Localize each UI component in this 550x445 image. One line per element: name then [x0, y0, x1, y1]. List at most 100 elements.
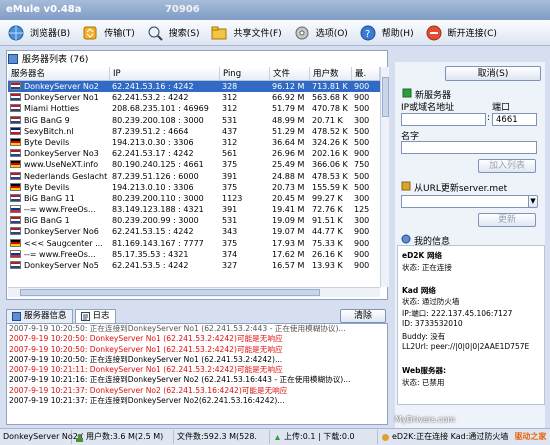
column-header-ping[interactable]: Ping	[220, 67, 270, 80]
server-row[interactable]: <<< Saugcenter ... 81.169.143.167 : 7777 3…	[8, 238, 380, 249]
server-row[interactable]: BiG BanG 9 80.239.200.108 : 3000 531 48.99 …	[8, 115, 380, 126]
server-cell-text: DonkeyServer No5	[24, 261, 99, 270]
server-cell-name: DonkeyServer No5	[8, 260, 110, 271]
server-cell-ping: 312	[220, 103, 270, 114]
options-button[interactable]: 选项(O)	[292, 21, 348, 45]
disconnect-button[interactable]: 断开连接(C)	[424, 21, 497, 45]
server-cell-users: 202.16 K	[310, 148, 352, 159]
column-header-users[interactable]: 用户数	[310, 67, 352, 80]
flag-icon	[10, 261, 21, 269]
column-header-ip[interactable]: IP	[110, 67, 220, 80]
server-row[interactable]: DonkeyServer No6 62.241.53.15 : 4242 343 19…	[8, 226, 380, 237]
server-row[interactable]: DonkeyServer No2 62.241.53.16 : 4242 328 96…	[8, 81, 380, 93]
transfer-button[interactable]: 传输(T)	[80, 21, 135, 45]
server-cell-ip: 80.239.200.99 : 3000	[110, 215, 220, 226]
server-cell-text: 312	[222, 93, 238, 103]
status-users: 用户数:3.6 M(2.5 M)	[72, 430, 174, 444]
server-row[interactable]: --= www.FreeOs... 85.17.35.53 : 4321 374 17…	[8, 249, 380, 260]
server-cell-files: 51.29 M	[270, 126, 310, 137]
server-cell-ip: 194.213.0.30 : 3306	[110, 137, 220, 148]
url-dropdown-button[interactable]: ▼	[528, 195, 538, 208]
update-button[interactable]: 更新	[478, 213, 536, 227]
server-row[interactable]: DonkeyServer No1 62.241.53.2 : 4242 312 66.…	[8, 92, 380, 103]
server-cell-name: Byte Devils	[8, 182, 110, 193]
address-port-separator: :	[487, 113, 491, 123]
server-cell-text: 16.57 M	[272, 261, 305, 270]
column-header-name[interactable]: 服务器名	[8, 67, 110, 80]
server-list-vertical-scrollbar[interactable]	[380, 67, 389, 287]
transfer-rate-icon	[273, 433, 282, 442]
server-cell-users: 13.93 K	[310, 260, 352, 271]
port-input[interactable]: 4661	[492, 113, 537, 126]
server-cell-ping: 343	[220, 226, 270, 237]
server-cell-text: 80.239.200.99 : 3000	[112, 216, 199, 226]
server-cell-name: DonkeyServer No6	[8, 226, 110, 237]
server-cell-max: 900	[352, 148, 380, 159]
server-cell-text: 900	[354, 93, 370, 103]
server-row[interactable]: www.UseNeXT.info 80.190.240.125 : 4661 375…	[8, 159, 380, 170]
cancel-button[interactable]: 取消(S)	[445, 66, 541, 81]
server-row[interactable]: SexyBitch.nl 87.239.51.2 : 4664 437 51.29 M…	[8, 126, 380, 137]
server-met-url-input[interactable]	[401, 195, 529, 208]
column-header-max[interactable]: 最.	[352, 67, 380, 80]
server-cell-text: Miami Hotties	[24, 104, 80, 114]
server-list-horizontal-scrollbar[interactable]	[8, 287, 380, 297]
server-row[interactable]: Miami Hotties 208.68.235.101 : 46969 312 51…	[8, 103, 380, 114]
server-row[interactable]: DonkeyServer No5 62.241.53.5 : 4242 327 16.…	[8, 260, 380, 271]
server-row[interactable]: --= www.FreeOs... 83.149.123.188 : 4321 39…	[8, 204, 380, 215]
users-icon	[75, 433, 84, 442]
server-cell-text: 26.96 M	[272, 149, 305, 159]
flag-icon	[10, 238, 21, 247]
search-label: 搜索(S)	[168, 29, 200, 39]
ip-label: IP或域名地址	[401, 103, 455, 113]
server-row[interactable]: DonkeyServer No3 62.241.53.17 : 4242 561 26…	[8, 148, 380, 159]
info-line: eD2K 网络	[402, 251, 442, 260]
column-header-files[interactable]: 文件	[270, 67, 310, 80]
server-row[interactable]: Byte Devils 194.213.0.30 : 3306 312 36.64 M…	[8, 137, 380, 148]
flag-icon	[10, 115, 21, 124]
server-cell-text: 1123	[222, 193, 243, 203]
server-cell-text: 343	[222, 227, 238, 237]
server-info-icon	[12, 312, 21, 321]
search-button[interactable]: 搜索(S)	[145, 21, 200, 45]
status-bar: DonkeyServer No2 ( 用户数:3.6 M(2.5 M) 文件数:…	[0, 428, 550, 445]
help-button[interactable]: ? 帮助(H)	[358, 21, 414, 45]
clear-log-button[interactable]: 清除	[340, 309, 386, 323]
add-to-list-button[interactable]: 加入列表	[478, 159, 536, 173]
server-cell-users: 20.71 K	[310, 115, 352, 126]
shared-files-button[interactable]: 共享文件(F)	[209, 21, 282, 45]
server-cell-text: 300	[354, 216, 370, 226]
server-cell-max: 900	[352, 226, 380, 237]
server-cell-text: 26.16 K	[312, 249, 343, 259]
server-row[interactable]: BiG BanG 1 80.239.200.99 : 3000 531 19.09 M…	[8, 215, 380, 226]
server-cell-text: 155.59 K	[312, 182, 348, 192]
server-row[interactable]: BiG BanG 11 80.239.200.110 : 3000 1123 20.4…	[8, 193, 380, 204]
my-info-box: eD2K 网络 状态: 正在连接 Kad 网络 状态: 通过防火墙 IP:端口: 222…	[397, 245, 545, 405]
server-cell-text: 83.149.123.188 : 4321	[112, 205, 204, 215]
server-cell-text: 66.92 M	[272, 93, 305, 103]
server-name-input[interactable]	[401, 141, 537, 154]
info-line: IP:端口: 222.137.45.106:7127	[402, 308, 513, 318]
vertical-scroll-thumb[interactable]	[382, 77, 389, 117]
server-row[interactable]: Nederlands Geslacht 87.239.51.126 : 6000 3…	[8, 171, 380, 182]
server-address-input[interactable]	[401, 113, 486, 126]
server-cell-ping: 561	[220, 148, 270, 159]
server-cell-users: 366.06 K	[310, 159, 352, 170]
server-cell-ip: 85.17.35.53 : 4321	[110, 249, 220, 260]
server-cell-files: 96.12 M	[270, 81, 310, 92]
server-cell-text: 470.78 K	[312, 104, 348, 114]
browser-button[interactable]: 浏览器(B)	[6, 21, 70, 45]
server-cell-name: Nederlands Geslacht	[8, 171, 110, 182]
server-cell-ping: 391	[220, 171, 270, 182]
server-cell-ip: 208.68.235.101 : 46969	[110, 103, 220, 114]
server-cell-max: 125	[352, 204, 380, 215]
tab-server-info[interactable]: 服务器信息	[6, 309, 73, 323]
server-cell-max: 500	[352, 126, 380, 137]
server-cell-text: 72.76 K	[312, 205, 343, 215]
browser-label: 浏览器(B)	[30, 29, 71, 39]
server-cell-text: 85.17.35.53 : 4321	[112, 249, 189, 259]
tab-log[interactable]: 日志	[74, 309, 116, 323]
server-cell-users: 713.81 K	[310, 81, 352, 92]
server-row[interactable]: Byte Devils 194.213.0.10 : 3306 375 20.73 M…	[8, 182, 380, 193]
horizontal-scroll-thumb[interactable]	[20, 289, 320, 296]
